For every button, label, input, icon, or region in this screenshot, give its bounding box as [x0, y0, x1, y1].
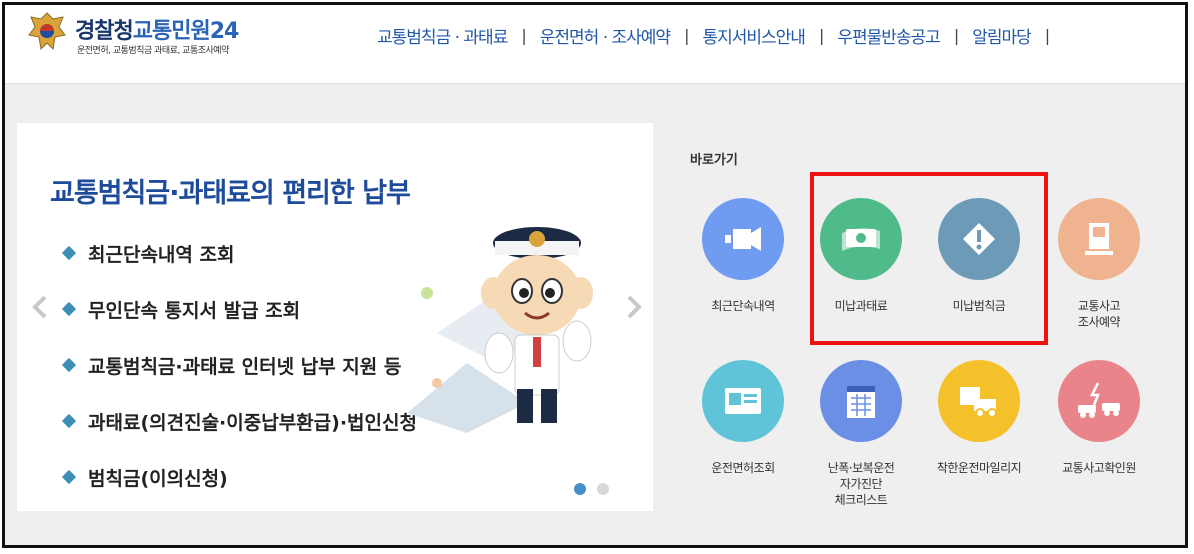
logo-title-service: 교통민원24 [132, 19, 240, 44]
diamond-bullet-icon [61, 413, 77, 429]
shortcut-circle [1058, 360, 1140, 442]
police-mascot-illustration [407, 227, 593, 433]
police-emblem-icon [28, 12, 66, 51]
mileage-truck-icon [960, 387, 997, 418]
nav-separator: | [1044, 26, 1050, 45]
site-logo[interactable]: 경찰청교통민원24 [75, 13, 240, 45]
camera-icon [725, 227, 761, 251]
nav-item-fines[interactable]: 교통범칙금 · 과태료 [377, 23, 508, 48]
banner-bullet-text: 범칙금(이의신청) [88, 467, 228, 490]
nav-separator: | [818, 26, 824, 45]
nav-separator: | [521, 26, 526, 45]
diamond-bullet-icon [61, 357, 77, 373]
banner-bullet: 범칙금(이의신청) [61, 449, 417, 505]
shortcut-circle [702, 360, 784, 442]
shortcut-circle [938, 360, 1020, 442]
nav-item-notification[interactable]: 통지서비스안내 [702, 23, 805, 48]
banner-bullet: 교통범칙금·과태료 인터넷 납부 지원 등 [61, 337, 417, 393]
shortcut-label-line: 자가진단 [839, 477, 883, 491]
slide-indicator-dot[interactable] [597, 483, 609, 495]
shortcut-label: 교통사고확인원 [1062, 461, 1136, 475]
shortcut-good-driving-mileage[interactable]: 착한운전마일리지 [919, 360, 1039, 476]
banner-slider: 교통범칙금·과태료의 편리한 납부 최근단속내역 조회 무인단속 통지서 발급 … [17, 123, 653, 511]
shortcut-label: 난폭·보복운전 자가진단 체크리스트 [801, 460, 921, 508]
car-crash-icon [1078, 382, 1120, 418]
shortcut-circle [820, 360, 902, 442]
shortcut-label-line: 조사예약 [1077, 315, 1121, 329]
license-card-icon [725, 388, 761, 414]
shortcut-circle [1058, 198, 1140, 280]
nav-item-return-mail[interactable]: 우편물반송공고 [837, 23, 940, 48]
shortcuts-title: 바로가기 [690, 153, 738, 168]
shortcut-accident-reservation[interactable]: 교통사고 조사예약 [1039, 198, 1159, 330]
banner-bullet-list: 최근단속내역 조회 무인단속 통지서 발급 조회 교통범칙금·과태료 인터넷 납… [61, 225, 417, 505]
slide-prev-arrow-icon[interactable] [31, 295, 49, 319]
site-header: 경찰청교통민원24 운전면허, 교통범칙금 과태료, 교통조사예약 교통범칙금 … [5, 5, 1185, 84]
nav-item-license[interactable]: 운전면허 · 조사예약 [540, 23, 671, 48]
banner-bullet: 최근단속내역 조회 [61, 225, 417, 281]
logo-subtitle: 운전면허, 교통범칙금 과태료, 교통조사예약 [77, 46, 229, 56]
calendar-checklist-icon [847, 386, 875, 418]
banner-bullet: 무인단속 통지서 발급 조회 [61, 281, 417, 337]
shortcut-label: 최근단속내역 [711, 299, 775, 313]
highlight-box [810, 172, 1048, 345]
banner-bullet-text: 최근단속내역 조회 [88, 243, 235, 266]
shortcut-label-line: 교통사고 [1077, 299, 1121, 313]
nav-separator: | [953, 26, 959, 45]
shortcut-recent-violations[interactable]: 최근단속내역 [683, 198, 803, 314]
diamond-bullet-icon [61, 469, 77, 485]
nav-item-notice[interactable]: 알림마당 [972, 23, 1032, 48]
diamond-bullet-icon [61, 245, 77, 261]
shortcut-label: 착한운전마일리지 [936, 461, 1022, 475]
banner-bullet: 과태료(의견진술·이중납부환급)·법인신청 [61, 393, 417, 449]
slide-next-arrow-icon[interactable] [625, 295, 643, 319]
nav-separator: | [684, 26, 689, 45]
shortcut-license-inquiry[interactable]: 운전면허조회 [683, 360, 803, 476]
banner-bullet-text: 교통범칙금·과태료 인터넷 납부 지원 등 [88, 355, 402, 378]
shortcut-accident-certificate[interactable]: 교통사고확인원 [1039, 360, 1159, 476]
banner-bullet-text: 과태료(의견진술·이중납부환급)·법인신청 [88, 411, 417, 434]
main-nav: 교통범칙금 · 과태료 | 운전면허 · 조사예약 | 통지서비스안내 | 우편… [377, 23, 1063, 48]
shortcut-label: 운전면허조회 [711, 461, 775, 475]
shortcut-label-line: 난폭·보복운전 [827, 461, 895, 475]
shortcut-label-line: 체크리스트 [834, 493, 888, 507]
banner-bullet-text: 무인단속 통지서 발급 조회 [88, 299, 301, 322]
diamond-bullet-icon [61, 301, 77, 317]
shortcut-label: 교통사고 조사예약 [1039, 298, 1159, 330]
shortcut-circle [702, 198, 784, 280]
kiosk-icon [1085, 223, 1113, 255]
logo-title-main: 경찰청 [75, 19, 134, 44]
browser-frame: 경찰청교통민원24 운전면허, 교통범칙금 과태료, 교통조사예약 교통범칙금 … [2, 2, 1188, 548]
banner-heading: 교통범칙금·과태료의 편리한 납부 [50, 178, 411, 209]
slide-indicator-dot-active[interactable] [574, 483, 586, 495]
shortcut-reckless-driving-checklist[interactable]: 난폭·보복운전 자가진단 체크리스트 [801, 360, 921, 508]
